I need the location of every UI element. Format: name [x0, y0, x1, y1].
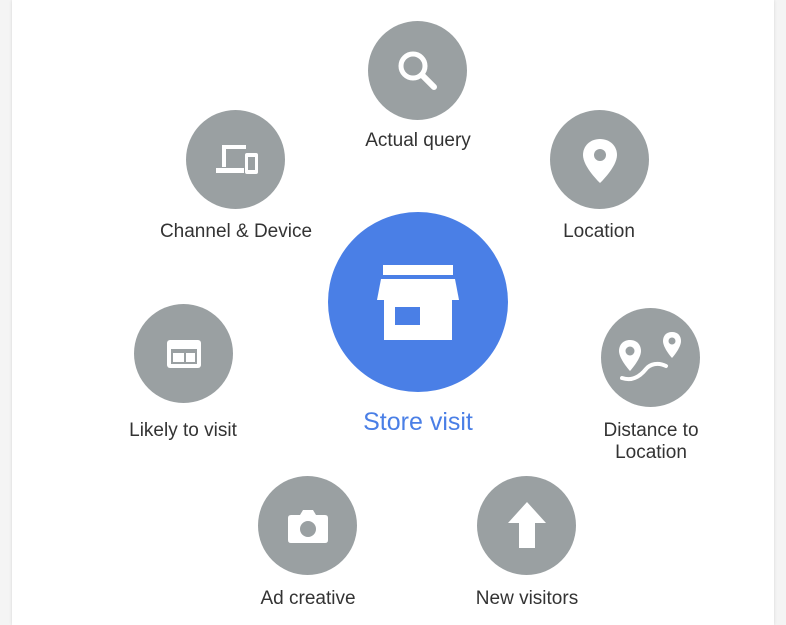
center-node-store-visit — [328, 212, 508, 392]
factor-label-new-visitors: New visitors — [475, 588, 579, 609]
route-icon — [618, 331, 681, 381]
center-label: Store visit — [363, 408, 473, 436]
factor-label-likely-to-visit: Likely to visit — [129, 420, 237, 441]
storefront-icon — [377, 265, 459, 340]
devices-icon — [215, 144, 258, 174]
factor-label-ad-creative: Ad creative — [260, 588, 356, 609]
factor-label-actual-query: Actual query — [365, 130, 471, 151]
factor-label-distance-line-1: Distance to Location — [603, 420, 699, 463]
search-icon — [398, 51, 437, 90]
factor-node-new-visitors — [477, 476, 576, 575]
factor-node-location — [550, 110, 649, 209]
diagram-canvas: Store visit Actual query Location Distan… — [0, 0, 786, 625]
factor-node-likely-to-visit — [134, 304, 233, 403]
factor-node-actual-query — [368, 21, 467, 120]
factor-label-distance-to-location: Distance to Location — [603, 420, 698, 464]
camera-icon — [287, 509, 328, 543]
factor-label-location: Location — [563, 221, 635, 242]
factor-node-ad-creative — [258, 476, 357, 575]
location-pin-icon — [582, 138, 617, 183]
factor-label-channel-device: Channel & Device — [159, 221, 313, 242]
arrow-up-icon — [507, 501, 546, 548]
factor-node-distance-to-location — [601, 308, 700, 407]
calendar-card-icon — [166, 339, 201, 368]
factor-node-channel-device — [186, 110, 285, 209]
